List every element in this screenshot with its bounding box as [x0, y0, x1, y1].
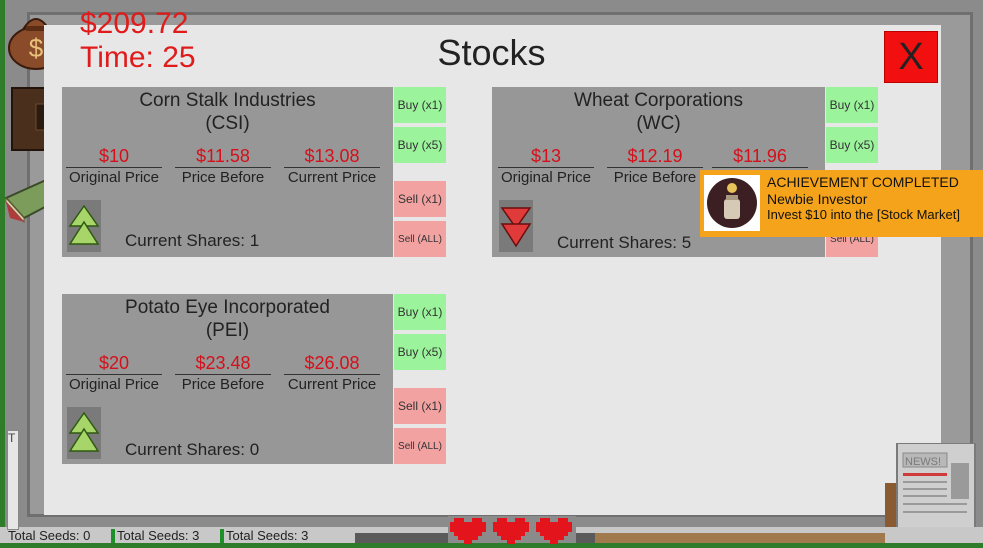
- seed-divider: [111, 529, 115, 543]
- side-tab: T: [7, 430, 19, 530]
- price-before: $12.19 Price Before: [607, 145, 703, 187]
- trend-up-icon: [67, 407, 101, 459]
- bottom-brown-strip: [595, 533, 885, 543]
- sell-x1-button[interactable]: Sell (x1): [394, 388, 446, 424]
- achievement-name: Newbie Investor: [767, 191, 868, 207]
- price-before: $23.48 Price Before: [175, 352, 271, 394]
- sell-all-button[interactable]: Sell (ALL): [394, 428, 446, 464]
- coin-jar-icon: [704, 175, 760, 231]
- heart-icon: [493, 518, 529, 544]
- seed-counter: Total Seeds: 3: [226, 528, 309, 543]
- sell-x1-button[interactable]: Sell (x1): [394, 181, 446, 217]
- price-before: $11.58 Price Before: [175, 145, 271, 187]
- stock-name: Corn Stalk Industries (CSI): [139, 90, 316, 134]
- page-title: Stocks: [437, 32, 546, 73]
- stock-name: Wheat Corporations (WC): [574, 90, 743, 134]
- buy-x1-button[interactable]: Buy (x1): [826, 87, 878, 123]
- svg-text:NEWS!: NEWS!: [905, 456, 941, 468]
- heart-icon: [536, 518, 572, 544]
- trend-up-icon: [67, 200, 101, 252]
- seed-divider: [220, 529, 224, 543]
- buy-x1-button[interactable]: Buy (x1): [394, 294, 446, 330]
- original-price: $10 Original Price: [66, 145, 162, 187]
- current-shares: Current Shares: 5: [557, 233, 692, 252]
- close-icon: X: [898, 36, 924, 78]
- buy-x5-button[interactable]: Buy (x5): [394, 127, 446, 163]
- stock-name: Potato Eye Incorporated (PEI): [125, 297, 330, 341]
- buy-x5-button[interactable]: Buy (x5): [394, 334, 446, 370]
- close-button[interactable]: X: [884, 31, 938, 83]
- current-shares: Current Shares: 1: [125, 231, 260, 250]
- achievement-header: ACHIEVEMENT COMPLETED: [767, 174, 959, 190]
- sell-all-button[interactable]: Sell (ALL): [394, 221, 446, 257]
- current-shares: Current Shares: 0: [125, 440, 260, 459]
- achievement-toast: ACHIEVEMENT COMPLETED Newbie Investor In…: [700, 170, 983, 237]
- current-price: $13.08 Current Price: [284, 145, 380, 187]
- achievement-description: Invest $10 into the [Stock Market]: [767, 207, 960, 222]
- trend-down-icon: [499, 200, 533, 252]
- stock-card-pei: Potato Eye Incorporated (PEI) $20 Origina…: [62, 294, 393, 464]
- stock-card-csi: Corn Stalk Industries (CSI) $10 Original …: [62, 87, 393, 257]
- seed-counter: Total Seeds: 3: [117, 528, 200, 543]
- original-price: $20 Original Price: [66, 352, 162, 394]
- seed-counter: Total Seeds: 0: [8, 528, 91, 543]
- heart-icon: [450, 518, 486, 544]
- original-price: $13 Original Price: [498, 145, 594, 187]
- lives: [448, 516, 576, 544]
- buy-x1-button[interactable]: Buy (x1): [394, 87, 446, 123]
- current-price: $26.08 Current Price: [284, 352, 380, 394]
- buy-x5-button[interactable]: Buy (x5): [826, 127, 878, 163]
